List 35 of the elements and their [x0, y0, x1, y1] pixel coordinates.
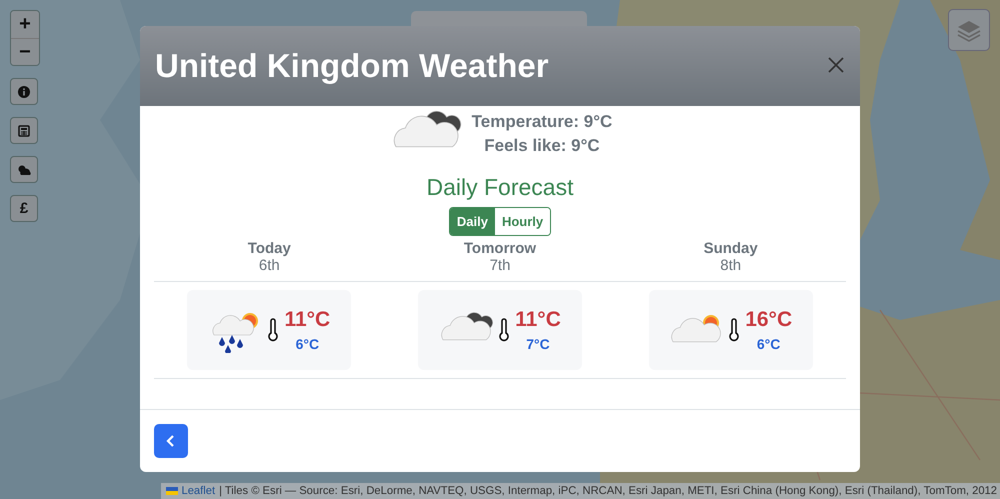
zoom-button[interactable]: −	[11, 38, 39, 65]
feels-like-text: Feels like: 9°C	[484, 136, 600, 156]
info-icon	[18, 86, 30, 98]
day-name: Today	[248, 240, 291, 257]
day-date: 6th	[258, 257, 280, 274]
flag-icon	[166, 487, 178, 495]
layers-icon	[956, 18, 982, 42]
attribution-text: | Tiles © Esri — Source: Esri, DeLorme, NAVTEQ, USGS, Intermap, iPC, NRCAN, Esri Japan, METI, Esri China (Hong Kong), Esri (Thailand), TomTom, 2012	[219, 485, 997, 497]
low-temperature: 7°C	[526, 336, 550, 352]
map-button[interactable]	[10, 156, 38, 183]
low-temperature: 6°C	[756, 336, 780, 352]
map-button[interactable]	[10, 78, 38, 105]
thermometer-icon	[729, 318, 740, 342]
leaflet-link[interactable]: Leaflet	[166, 485, 216, 497]
zoom-button[interactable]: +	[11, 11, 39, 38]
cloud-sun-icon	[17, 164, 31, 176]
view-tab[interactable]: Daily	[450, 208, 495, 235]
thermometer-icon	[499, 318, 510, 342]
day-name: Sunday	[704, 240, 758, 257]
temperature-text: Temperature: 9°C	[472, 112, 612, 132]
low-temperature: 6°C	[296, 336, 320, 352]
high-temperature: 16°C	[745, 308, 792, 332]
high-temperature: 11°C	[515, 308, 561, 332]
high-temperature: 11°C	[284, 308, 330, 332]
dialog-title: United Kingdom Weather	[155, 47, 549, 85]
newspaper-icon	[18, 124, 30, 136]
thermometer-icon	[268, 318, 278, 342]
currency-button[interactable]: £	[10, 195, 38, 222]
back-button[interactable]	[154, 424, 188, 458]
forecast-title: Daily Forecast	[426, 174, 574, 201]
map-button[interactable]	[10, 117, 38, 144]
day-name: Tomorrow	[464, 240, 536, 257]
day-date: 8th	[720, 257, 742, 274]
day-date: 7th	[490, 257, 510, 274]
chevron-left-icon	[165, 434, 177, 448]
